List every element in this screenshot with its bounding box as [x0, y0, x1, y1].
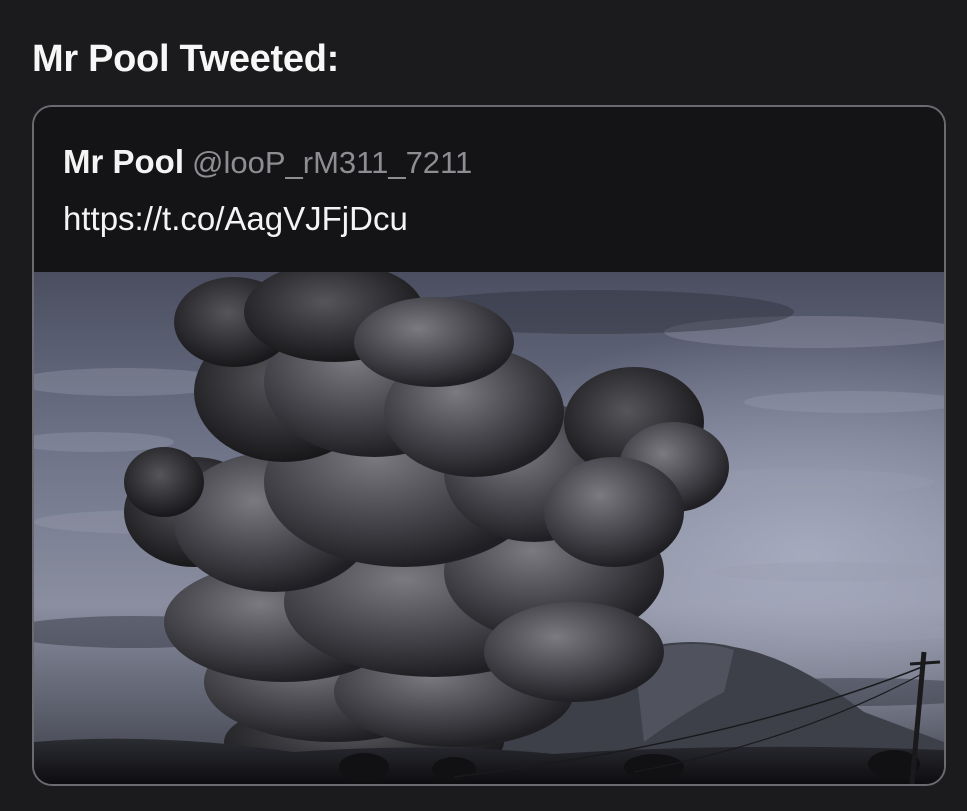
page-title: Mr Pool Tweeted:: [32, 38, 339, 80]
tweet-link[interactable]: https://t.co/AagVJFjDcu: [63, 200, 408, 238]
tweet-author: Mr Pool @looP_rM311_7211: [63, 143, 472, 181]
embedded-tweet-card[interactable]: Mr Pool @looP_rM311_7211 https://t.co/Aag…: [32, 105, 946, 786]
author-name[interactable]: Mr Pool: [63, 143, 184, 180]
tweet-media-image[interactable]: [34, 272, 944, 784]
author-handle[interactable]: @looP_rM311_7211: [192, 145, 472, 180]
tweet-header: Mr Pool @looP_rM311_7211 https://t.co/Aag…: [34, 107, 944, 272]
